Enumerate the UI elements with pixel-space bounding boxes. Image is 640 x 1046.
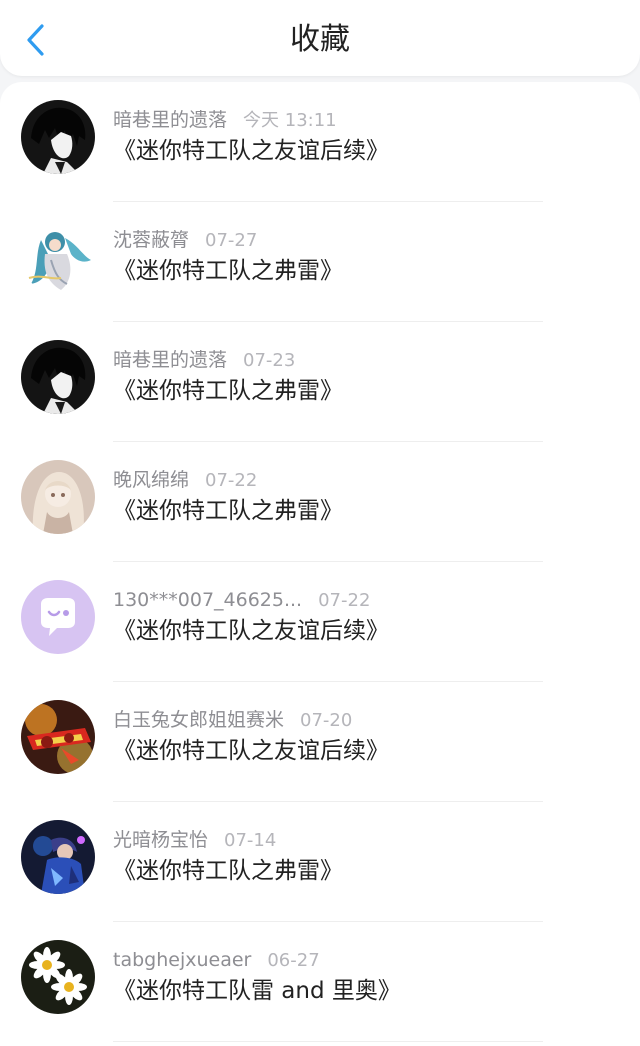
item-meta: 晚风绵绵 07-22 xyxy=(113,468,257,493)
item-title: 《迷你特工队之友谊后续》 xyxy=(113,618,389,644)
avatar[interactable] xyxy=(21,820,95,894)
chat-bubble-icon xyxy=(21,580,95,654)
user-name: 130***007_46625... xyxy=(113,589,303,611)
item-meta: 130***007_46625... 07-22 xyxy=(113,588,370,613)
list-item[interactable]: 白玉兔女郎姐姐赛米 07-20 《迷你特工队之友谊后续》 xyxy=(0,682,640,802)
favorites-list: 暗巷里的遗落 今天 13:11 《迷你特工队之友谊后续》 沈蓉蔽膂 07-27 《迷… xyxy=(0,82,640,1046)
user-name: 白玉兔女郎姐姐赛米 xyxy=(113,709,285,731)
divider xyxy=(113,1041,543,1042)
item-time: 今天 13:11 xyxy=(243,110,337,131)
list-item[interactable]: 沈蓉蔽膂 07-27 《迷你特工队之弗雷》 xyxy=(0,202,640,322)
page-title: 收藏 xyxy=(290,22,350,57)
avatar[interactable] xyxy=(21,460,95,534)
item-title: 《迷你特工队之友谊后续》 xyxy=(113,138,389,164)
avatar[interactable] xyxy=(21,940,95,1014)
user-name: 晚风绵绵 xyxy=(113,469,190,491)
item-time: 07-14 xyxy=(224,830,277,851)
avatar[interactable] xyxy=(21,220,95,294)
item-time: 07-20 xyxy=(300,710,353,731)
item-title: 《迷你特工队之弗雷》 xyxy=(113,498,343,524)
list-item[interactable]: 暗巷里的遗落 07-23 《迷你特工队之弗雷》 xyxy=(0,322,640,442)
item-time: 06-27 xyxy=(267,950,320,971)
item-meta: 白玉兔女郎姐姐赛米 07-20 xyxy=(113,708,352,733)
avatar[interactable] xyxy=(21,700,95,774)
list-item[interactable]: 光暗杨宝怡 07-14 《迷你特工队之弗雷》 xyxy=(0,802,640,922)
avatar-image xyxy=(21,100,95,174)
item-meta: 沈蓉蔽膂 07-27 xyxy=(113,228,257,253)
item-title: 《迷你特工队之弗雷》 xyxy=(113,258,343,284)
item-title: 《迷你特工队雷 and 里奥》 xyxy=(113,978,401,1004)
avatar[interactable] xyxy=(21,580,95,654)
item-title: 《迷你特工队之弗雷》 xyxy=(113,858,343,884)
list-item[interactable]: tabghejxueaer 06-27 《迷你特工队雷 and 里奥》 xyxy=(0,922,640,1042)
item-title: 《迷你特工队之友谊后续》 xyxy=(113,738,389,764)
list-item[interactable]: 晚风绵绵 07-22 《迷你特工队之弗雷》 xyxy=(0,442,640,562)
item-time: 07-23 xyxy=(243,350,296,371)
avatar[interactable] xyxy=(21,340,95,414)
item-time: 07-22 xyxy=(318,590,371,611)
avatar-image xyxy=(21,220,95,294)
item-time: 07-22 xyxy=(205,470,258,491)
user-name: 沈蓉蔽膂 xyxy=(113,229,190,251)
avatar-image xyxy=(21,460,95,534)
avatar-image xyxy=(21,940,95,1014)
user-name: 暗巷里的遗落 xyxy=(113,109,228,131)
avatar-image xyxy=(21,820,95,894)
avatar-image xyxy=(21,700,95,774)
item-meta: 暗巷里的遗落 今天 13:11 xyxy=(113,108,337,133)
item-title: 《迷你特工队之弗雷》 xyxy=(113,378,343,404)
avatar[interactable] xyxy=(21,100,95,174)
item-time: 07-27 xyxy=(205,230,258,251)
user-name: 暗巷里的遗落 xyxy=(113,349,228,371)
list-item[interactable]: 暗巷里的遗落 今天 13:11 《迷你特工队之友谊后续》 xyxy=(0,82,640,202)
user-name: 光暗杨宝怡 xyxy=(113,829,209,851)
item-meta: tabghejxueaer 06-27 xyxy=(113,948,320,973)
favorites-page: 收藏 暗巷里的遗落 今天 13:11 《迷你特工队之友谊后续》 沈蓉蔽膂 07-… xyxy=(0,0,640,1046)
item-meta: 光暗杨宝怡 07-14 xyxy=(113,828,276,853)
navigation-bar: 收藏 xyxy=(0,0,640,76)
list-item[interactable]: 130***007_46625... 07-22 《迷你特工队之友谊后续》 xyxy=(0,562,640,682)
item-meta: 暗巷里的遗落 07-23 xyxy=(113,348,295,373)
user-name: tabghejxueaer xyxy=(113,949,252,971)
avatar-image xyxy=(21,340,95,414)
